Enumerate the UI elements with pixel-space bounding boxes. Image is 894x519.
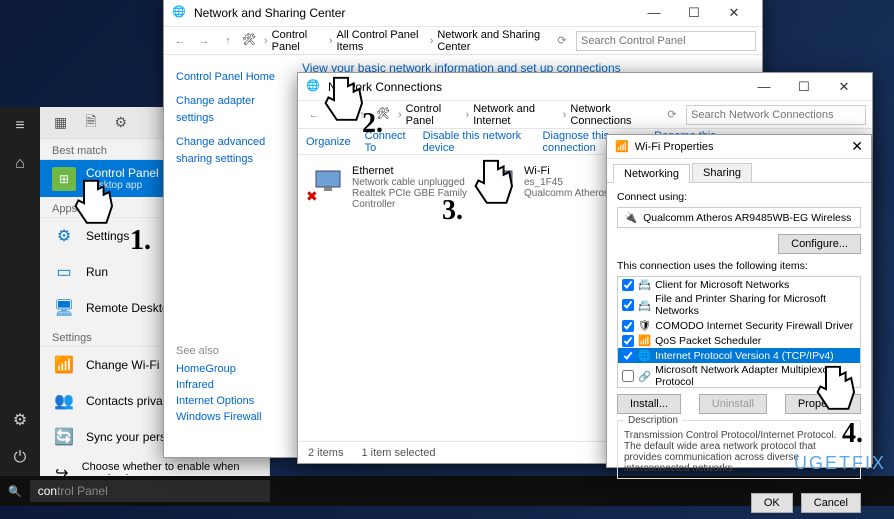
link-infrared[interactable]: Infrared	[176, 379, 262, 391]
breadcrumb[interactable]: ›Control Panel ›All Control Panel Items …	[262, 29, 548, 53]
item-client-msnet[interactable]: 📇Client for Microsoft Networks	[618, 277, 860, 292]
properties-button[interactable]: Properties	[785, 394, 861, 414]
remote-desktop-icon: 🖥	[52, 296, 76, 320]
maximize-button[interactable]: ☐	[674, 1, 714, 25]
gear-icon[interactable]: ⚙	[0, 401, 40, 439]
step-label-2: 2.	[362, 108, 383, 140]
address-bar: ← → ↑ 🛠 ›Control Panel ›All Control Pane…	[164, 27, 762, 55]
description-label: Description	[624, 415, 682, 426]
cancel-button[interactable]: Cancel	[801, 493, 861, 513]
configure-button[interactable]: Configure...	[778, 234, 861, 254]
uninstall-button: Uninstall	[699, 394, 767, 414]
refresh-button[interactable]: ⟳	[552, 34, 572, 47]
wifi-properties-dialog: 📶 Wi-Fi Properties ✕ Networking Sharing …	[606, 134, 872, 468]
gear-icon[interactable]: ⚙	[115, 114, 128, 131]
close-button[interactable]: ✕	[824, 75, 864, 99]
tab-networking[interactable]: Networking	[613, 164, 690, 183]
link-windows-firewall[interactable]: Windows Firewall	[176, 411, 262, 423]
ok-button[interactable]: OK	[751, 493, 793, 513]
back-button[interactable]: ←	[304, 109, 324, 121]
minimize-button[interactable]: —	[634, 1, 674, 25]
dialog-title: Wi-Fi Properties	[629, 141, 714, 153]
sidebar-links: Control Panel Home Change adapter settin…	[176, 69, 294, 175]
link-homegroup[interactable]: HomeGroup	[176, 363, 262, 375]
forward-button[interactable]: →	[328, 109, 348, 121]
network-icon: 🌐	[172, 5, 188, 21]
connection-name: Ethernet	[352, 165, 482, 177]
see-also-section: See also HomeGroup Infrared Internet Opt…	[176, 345, 262, 427]
grid-icon[interactable]: ▦	[54, 114, 67, 131]
power-icon[interactable]: ⏻	[0, 439, 40, 477]
see-also-header: See also	[176, 345, 262, 357]
contacts-icon: 👥	[52, 389, 76, 413]
breadcrumb[interactable]: ›Control Panel ›Network and Internet ›Ne…	[396, 103, 658, 127]
selected-count: 1 item selected	[361, 447, 435, 459]
close-button[interactable]: ✕	[851, 138, 863, 155]
disable-device-button[interactable]: Disable this network device	[423, 130, 529, 154]
item-multiplexor[interactable]: 🔗Microsoft Network Adapter Multiplexor P…	[618, 363, 860, 388]
home-icon[interactable]: ⌂	[0, 145, 40, 183]
run-icon: ▭	[52, 260, 76, 284]
up-button[interactable]: ↑	[218, 35, 238, 47]
link-internet-options[interactable]: Internet Options	[176, 395, 262, 407]
titlebar[interactable]: 🌐 Network Connections — ☐ ✕	[298, 73, 872, 101]
window-title: Network and Sharing Center	[188, 6, 634, 20]
item-comodo-firewall[interactable]: 🛡COMODO Internet Security Firewall Drive…	[618, 318, 860, 333]
back-button[interactable]: ←	[170, 35, 190, 47]
network-icon: 🌐	[306, 79, 322, 95]
search-input[interactable]	[686, 105, 866, 125]
link-cp-home[interactable]: Control Panel Home	[176, 69, 294, 87]
settings-icon: ⚙	[52, 224, 76, 248]
document-icon[interactable]: 🗎	[85, 111, 96, 135]
watermark: UGETFIX	[794, 453, 886, 474]
organize-menu[interactable]: Organize	[306, 136, 351, 148]
address-bar: ← → ↑ 🛠 ›Control Panel ›Network and Inte…	[298, 101, 872, 129]
dialog-titlebar[interactable]: 📶 Wi-Fi Properties ✕	[607, 135, 871, 159]
result-subtitle: Desktop app	[86, 180, 159, 191]
adapter-icon: 🔌	[624, 211, 637, 224]
search-icon: 🔍	[8, 485, 22, 498]
window-title: Network Connections	[322, 80, 744, 94]
ethernet-icon: ✖	[312, 165, 344, 197]
forward-button[interactable]: →	[194, 35, 214, 47]
item-ipv4[interactable]: 🌐Internet Protocol Version 4 (TCP/IPv4)	[618, 348, 860, 363]
item-count: 2 items	[308, 447, 343, 459]
maximize-button[interactable]: ☐	[784, 75, 824, 99]
connect-using-label: Connect using:	[617, 191, 861, 203]
result-title: Control Panel	[86, 166, 159, 180]
search-input[interactable]	[576, 31, 756, 51]
link-advanced-sharing[interactable]: Change advanced sharing settings	[176, 134, 294, 169]
tabs: Networking Sharing	[607, 159, 871, 183]
step-label-4: 4.	[842, 418, 863, 450]
item-qos[interactable]: 📶QoS Packet Scheduler	[618, 333, 860, 348]
control-panel-icon: ⊞	[52, 167, 76, 191]
item-file-printer-sharing[interactable]: 📇File and Printer Sharing for Microsoft …	[618, 292, 860, 318]
hamburger-icon[interactable]: ≡	[0, 107, 40, 145]
wifi-icon: 📶	[615, 140, 629, 153]
items-listbox[interactable]: 📇Client for Microsoft Networks 📇File and…	[617, 276, 861, 388]
close-button[interactable]: ✕	[714, 1, 754, 25]
tab-sharing[interactable]: Sharing	[692, 163, 752, 182]
start-menu-rail: ≡ ⌂ ⚙ ⏻	[0, 107, 40, 477]
items-label: This connection uses the following items…	[617, 260, 861, 272]
step-label-1: 1.	[130, 225, 151, 257]
taskbar-search-input[interactable]: control Panel	[30, 480, 270, 502]
step-label-3: 3.	[442, 195, 463, 227]
wifi-adapter-icon	[484, 165, 516, 197]
adapter-field: 🔌 Qualcomm Atheros AR9485WB-EG Wireless …	[617, 207, 861, 228]
link-change-adapter[interactable]: Change adapter settings	[176, 93, 294, 128]
install-button[interactable]: Install...	[617, 394, 681, 414]
adapter-name: Qualcomm Atheros AR9485WB-EG Wireless Ne…	[643, 212, 854, 224]
minimize-button[interactable]: —	[744, 75, 784, 99]
connection-status: Network cable unplugged	[352, 177, 482, 188]
control-panel-icon: 🛠	[242, 33, 258, 49]
titlebar[interactable]: 🌐 Network and Sharing Center — ☐ ✕	[164, 0, 762, 27]
sync-icon: 🔄	[52, 425, 76, 449]
refresh-button[interactable]: ⟳	[662, 108, 682, 121]
wifi-icon: 📶	[52, 353, 76, 377]
